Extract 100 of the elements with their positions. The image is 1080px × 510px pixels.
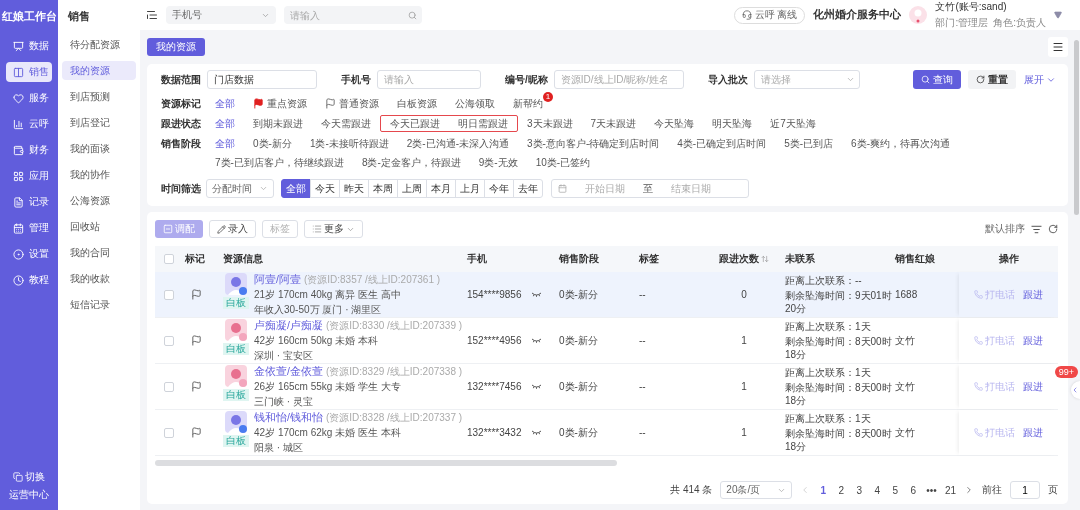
range-button[interactable]: 今天: [310, 179, 340, 198]
app-title: 红娘工作台: [1, 9, 57, 24]
nav-item[interactable]: 云呼: [6, 114, 52, 134]
sub-nav-item[interactable]: 回收站: [62, 217, 136, 236]
nav-item[interactable]: 应用: [6, 166, 52, 186]
select-field[interactable]: 请选择: [753, 70, 860, 89]
range-button[interactable]: 昨天: [339, 179, 369, 198]
search-type-select[interactable]: 手机号: [166, 6, 276, 24]
nav-item[interactable]: 设置: [6, 244, 52, 264]
filter-option[interactable]: 2类-已沟通-未深入沟通: [397, 135, 519, 152]
filter-option[interactable]: 明日需跟进: [449, 115, 517, 132]
filter-option[interactable]: 9类-无效: [469, 154, 527, 171]
last-contact-text: 距离上次联系：1天: [785, 412, 872, 425]
page-unit: 页: [1048, 483, 1058, 497]
filter-option[interactable]: 3天未跟进: [518, 115, 582, 132]
sub-nav-item[interactable]: 短信记录: [62, 295, 136, 314]
nav-item[interactable]: 记录: [6, 192, 52, 212]
filter-option[interactable]: 4类-已确定到店时间: [668, 135, 776, 152]
filter-option[interactable]: 10类-已签约: [526, 154, 600, 171]
sub-nav-item[interactable]: 到店登记: [62, 113, 136, 132]
filter-option[interactable]: 到期未跟进: [244, 115, 312, 132]
sub-nav-item[interactable]: 我的收款: [62, 269, 136, 288]
filter-option[interactable]: 公海领取: [446, 95, 504, 112]
filter-option[interactable]: 6类-爽约，待再次沟通: [842, 135, 959, 152]
page-number[interactable]: 1: [818, 484, 829, 496]
sub-nav-item[interactable]: 待分配资源: [62, 35, 136, 54]
page-number[interactable]: 3: [854, 484, 865, 496]
remaining-time-text: 剩余坠海时间：8天00时18分: [785, 335, 893, 361]
sub-nav-item[interactable]: 公海资源: [62, 191, 136, 210]
range-button[interactable]: 全部: [281, 179, 311, 198]
input-field[interactable]: 门店数据: [207, 70, 317, 89]
filter-option[interactable]: 0类-新分: [244, 135, 301, 152]
page-tab[interactable]: 我的资源: [147, 37, 205, 56]
filter-option[interactable]: 新帮约: [504, 95, 543, 112]
query-button[interactable]: 查询: [913, 70, 961, 89]
page-input[interactable]: 1: [1010, 481, 1040, 499]
range-button[interactable]: 本月: [426, 179, 456, 198]
input-field[interactable]: 请输入: [377, 70, 481, 89]
range-button[interactable]: 去年: [513, 179, 543, 198]
input-field[interactable]: 资源ID/线上ID/昵称/姓名: [553, 70, 684, 89]
follow-link[interactable]: 跟进: [1023, 379, 1043, 394]
filter-option[interactable]: 全部: [206, 115, 244, 132]
filter-option[interactable]: 3类-意向客户-待确定到店时间: [518, 135, 669, 152]
resource-name[interactable]: 阿壹/阿壹: [254, 272, 301, 287]
nav-item[interactable]: 服务: [6, 88, 52, 108]
filter-option[interactable]: 重点资源: [244, 95, 316, 112]
time-type-select[interactable]: 分配时间: [206, 179, 274, 198]
filter-option[interactable]: 全部: [206, 135, 244, 152]
page-number[interactable]: 5: [890, 484, 901, 496]
expand-link[interactable]: 展开: [1024, 72, 1056, 87]
resource-name[interactable]: 卢痴凝/卢痴凝: [254, 318, 323, 333]
page-number[interactable]: 4: [872, 484, 883, 496]
filter-option[interactable]: 今天已跟进: [381, 115, 449, 132]
resource-name[interactable]: 金依萱/金依萱: [254, 364, 323, 379]
filter-option[interactable]: 8类-定金客户，待跟进: [352, 154, 470, 171]
page-number[interactable]: •••: [926, 484, 937, 496]
filter-option[interactable]: 近7天坠海: [761, 115, 825, 132]
filter-option[interactable]: 5类-已到店: [775, 135, 843, 152]
notification-badge[interactable]: 99+: [1054, 366, 1078, 378]
filter-option[interactable]: 今天坠海: [645, 115, 704, 132]
toolbar-button[interactable]: 更多: [304, 220, 363, 238]
search-field[interactable]: 请输入: [284, 6, 422, 24]
filter-option[interactable]: 普通资源: [316, 95, 388, 112]
status-tag: 白板: [223, 342, 249, 355]
switch-button[interactable]: 切换: [13, 470, 45, 484]
sub-nav-item[interactable]: 我的合同: [62, 243, 136, 262]
range-button[interactable]: 上周: [397, 179, 427, 198]
filter-option[interactable]: 今天需跟进: [312, 115, 380, 132]
page-number[interactable]: 2: [836, 484, 847, 496]
follow-link[interactable]: 跟进: [1023, 425, 1043, 440]
nav-item[interactable]: 管理: [6, 218, 52, 238]
page-number[interactable]: 6: [908, 484, 919, 496]
follow-link[interactable]: 跟进: [1023, 287, 1043, 302]
filter-option[interactable]: 7类-已到店客户，待继续跟进: [206, 154, 353, 171]
sub-nav-item[interactable]: 我的协作: [62, 165, 136, 184]
resource-name[interactable]: 钱和怡/钱和怡: [254, 410, 323, 425]
follow-link[interactable]: 跟进: [1023, 333, 1043, 348]
toolbar-button[interactable]: 录入: [209, 220, 256, 238]
column-header[interactable]: 跟进次数: [703, 252, 785, 266]
filter-option[interactable]: 全部: [206, 95, 244, 112]
filter-option[interactable]: 明天坠海: [703, 115, 762, 132]
page-size-select[interactable]: 20条/页: [720, 481, 793, 499]
range-button[interactable]: 本周: [368, 179, 398, 198]
filter-option[interactable]: 7天未跟进: [581, 115, 646, 132]
nav-item[interactable]: 销售: [6, 62, 52, 82]
sub-nav-item[interactable]: 我的资源: [62, 61, 136, 80]
filter-option[interactable]: 1类-未接听待跟进: [300, 135, 398, 152]
date-range-field[interactable]: 开始日期 至 结束日期: [551, 179, 749, 198]
nav-item[interactable]: 财务: [6, 140, 52, 160]
nav-item[interactable]: 教程: [6, 270, 52, 290]
range-button[interactable]: 上月: [455, 179, 485, 198]
range-button[interactable]: 今年: [484, 179, 514, 198]
page-number[interactable]: 21: [944, 484, 956, 496]
sub-nav-item[interactable]: 到店预测: [62, 87, 136, 106]
reset-button[interactable]: 重置: [968, 70, 1016, 89]
status-tag: 白板: [223, 388, 249, 401]
nav-item[interactable]: 数据: [6, 36, 52, 56]
center-name: 运营中心: [9, 488, 49, 502]
sub-nav-item[interactable]: 我的面谈: [62, 139, 136, 158]
filter-option[interactable]: 白板资源: [388, 95, 446, 112]
